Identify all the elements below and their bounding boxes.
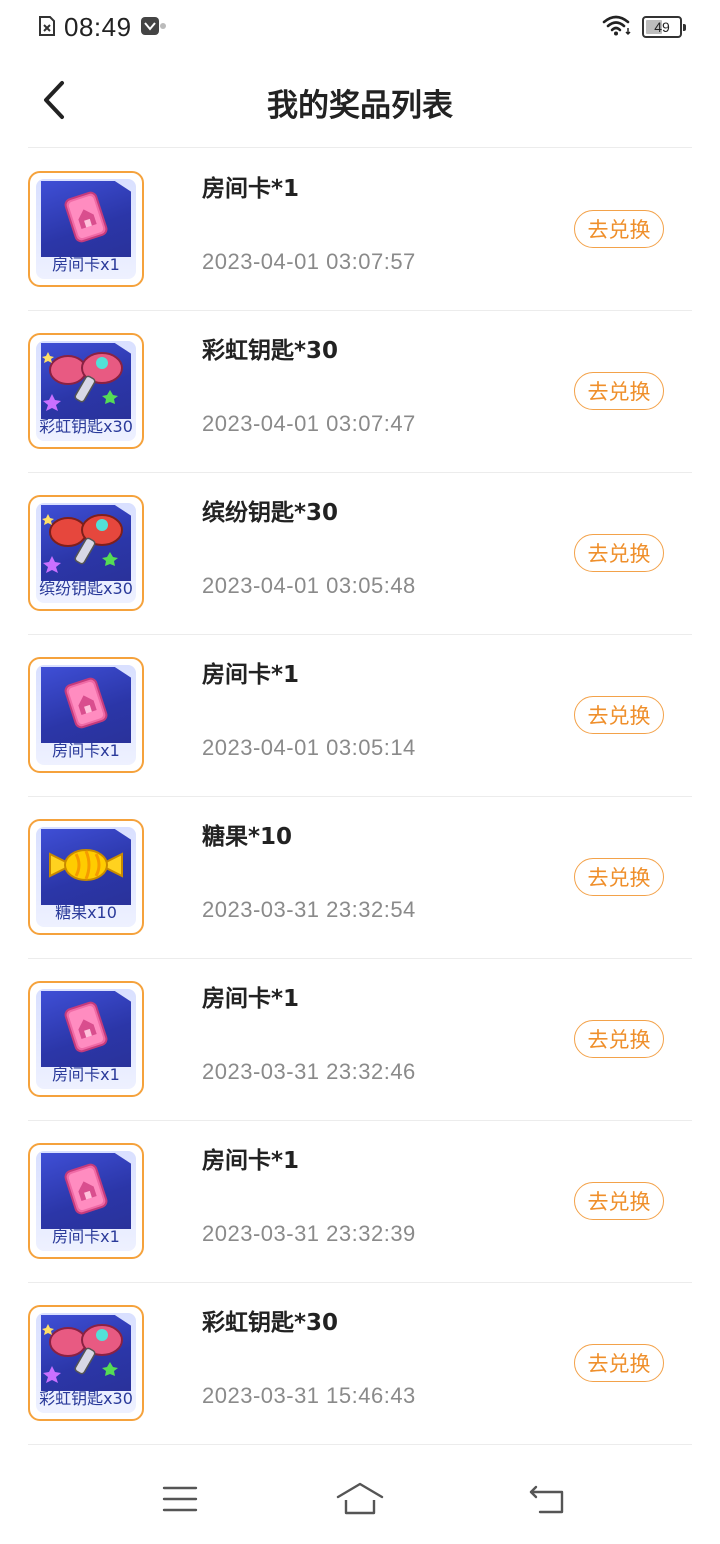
- prize-thumbnail-inner: 彩虹钥匙x30: [36, 341, 136, 441]
- prize-row: 房间卡x1 房间卡*1 2023-03-31 23:32:39 去兑换: [28, 1121, 692, 1283]
- prize-thumbnail-label: 糖果x10: [55, 903, 117, 922]
- home-icon: [335, 1481, 385, 1521]
- prize-art: [41, 1315, 131, 1391]
- prize-timestamp: 2023-03-31 15:46:43: [202, 1383, 416, 1408]
- prize-art: [41, 1153, 131, 1229]
- prize-timestamp: 2023-03-31 23:32:54: [202, 897, 416, 922]
- candy-icon: [46, 842, 126, 892]
- prize-thumbnail-label: 房间卡x1: [52, 255, 120, 274]
- prize-thumbnail-label: 房间卡x1: [52, 1065, 120, 1084]
- rainbow-key-icon: [41, 346, 131, 416]
- prize-row: 彩虹钥匙x30 彩虹钥匙*30 2023-04-01 03:07:47 去兑换: [28, 311, 692, 473]
- prize-thumbnail-label: 彩虹钥匙x30: [39, 1389, 133, 1408]
- redeem-button[interactable]: 去兑换: [574, 372, 664, 410]
- wifi-icon: [602, 14, 632, 40]
- nav-home-button[interactable]: [330, 1476, 390, 1526]
- prize-thumbnail: 房间卡x1: [28, 171, 144, 287]
- status-bar: 08:49 49: [0, 0, 720, 56]
- prize-thumbnail-label: 彩虹钥匙x30: [39, 417, 133, 436]
- prize-row: 房间卡x1 房间卡*1 2023-04-01 03:05:14 去兑换: [28, 635, 692, 797]
- redeem-button[interactable]: 去兑换: [574, 534, 664, 572]
- redeem-button[interactable]: 去兑换: [574, 1344, 664, 1382]
- battery-level: 49: [654, 19, 670, 35]
- room-card-icon: [58, 1159, 114, 1223]
- prize-title: 彩虹钥匙*30: [202, 338, 339, 364]
- prize-title: 房间卡*1: [202, 1148, 300, 1174]
- room-card-icon: [58, 997, 114, 1061]
- prize-thumbnail-inner: 房间卡x1: [36, 179, 136, 279]
- status-left: 08:49: [38, 12, 168, 43]
- header: 我的奖品列表: [0, 56, 720, 148]
- room-card-icon: [58, 673, 114, 737]
- prize-timestamp: 2023-04-01 03:05:48: [202, 573, 416, 598]
- prize-thumbnail-inner: 彩虹钥匙x30: [36, 1313, 136, 1413]
- prize-thumbnail: 房间卡x1: [28, 1143, 144, 1259]
- menu-icon: [162, 1484, 198, 1518]
- prize-row: 房间卡x1 房间卡*1 2023-04-01 03:07:57 去兑换: [28, 149, 692, 311]
- room-card-icon: [58, 187, 114, 251]
- prize-timestamp: 2023-04-01 03:07:47: [202, 411, 416, 436]
- prize-title: 彩虹钥匙*30: [202, 1310, 339, 1336]
- page-title: 我的奖品列表: [267, 88, 453, 124]
- redeem-button[interactable]: 去兑换: [574, 858, 664, 896]
- prize-thumbnail-inner: 房间卡x1: [36, 1151, 136, 1251]
- prize-thumbnail-label: 缤纷钥匙x30: [39, 579, 133, 598]
- prize-timestamp: 2023-03-31 23:32:39: [202, 1221, 416, 1246]
- prize-art: [41, 991, 131, 1067]
- prize-row: 缤纷钥匙x30 缤纷钥匙*30 2023-04-01 03:05:48 去兑换: [28, 473, 692, 635]
- nav-menu-button[interactable]: [150, 1476, 210, 1526]
- prize-thumbnail: 房间卡x1: [28, 657, 144, 773]
- redeem-button[interactable]: 去兑换: [574, 210, 664, 248]
- prize-thumbnail: 糖果x10: [28, 819, 144, 935]
- prize-timestamp: 2023-04-01 03:07:57: [202, 249, 416, 274]
- prize-thumbnail-label: 房间卡x1: [52, 1227, 120, 1246]
- prize-thumbnail-inner: 糖果x10: [36, 827, 136, 927]
- prize-title: 房间卡*1: [202, 986, 300, 1012]
- system-nav-bar: [0, 1462, 720, 1544]
- prize-title: 房间卡*1: [202, 662, 300, 688]
- prize-title: 缤纷钥匙*30: [202, 500, 339, 526]
- prize-art: [41, 343, 131, 419]
- redeem-button[interactable]: 去兑换: [574, 696, 664, 734]
- back-icon: [528, 1483, 568, 1519]
- redeem-button[interactable]: 去兑换: [574, 1020, 664, 1058]
- prize-title: 糖果*10: [202, 824, 293, 850]
- prize-thumbnail-inner: 房间卡x1: [36, 665, 136, 765]
- prize-row: 彩虹钥匙x30 彩虹钥匙*30 2023-03-31 15:46:43 去兑换: [28, 1283, 692, 1445]
- status-time: 08:49: [64, 12, 132, 42]
- prize-thumbnail: 缤纷钥匙x30: [28, 495, 144, 611]
- battery-icon: 49: [642, 16, 686, 38]
- colorful-key-icon: [41, 508, 131, 578]
- prize-row: 房间卡x1 房间卡*1 2023-03-31 23:32:46 去兑换: [28, 959, 692, 1121]
- sim-icon: [38, 15, 56, 41]
- prize-thumbnail-label: 房间卡x1: [52, 741, 120, 760]
- header-divider: [28, 147, 692, 148]
- prize-row: 糖果x10 糖果*10 2023-03-31 23:32:54 去兑换: [28, 797, 692, 959]
- nav-back-button[interactable]: [518, 1476, 578, 1526]
- prize-art: [41, 667, 131, 743]
- prize-art: [41, 181, 131, 257]
- prize-list: 房间卡x1 房间卡*1 2023-04-01 03:07:57 去兑换 彩虹钥匙…: [28, 149, 692, 1445]
- prize-title: 房间卡*1: [202, 176, 300, 202]
- prize-art: [41, 829, 131, 905]
- prize-art: [41, 505, 131, 581]
- prize-thumbnail-inner: 房间卡x1: [36, 989, 136, 1089]
- prize-thumbnail: 彩虹钥匙x30: [28, 1305, 144, 1421]
- prize-timestamp: 2023-03-31 23:32:46: [202, 1059, 416, 1084]
- app-notification-icon: [140, 15, 168, 41]
- prize-thumbnail: 彩虹钥匙x30: [28, 333, 144, 449]
- rainbow-key-icon: [41, 1318, 131, 1388]
- prize-thumbnail-inner: 缤纷钥匙x30: [36, 503, 136, 603]
- redeem-button[interactable]: 去兑换: [574, 1182, 664, 1220]
- status-right: 49: [602, 14, 686, 40]
- prize-thumbnail: 房间卡x1: [28, 981, 144, 1097]
- prize-timestamp: 2023-04-01 03:05:14: [202, 735, 416, 760]
